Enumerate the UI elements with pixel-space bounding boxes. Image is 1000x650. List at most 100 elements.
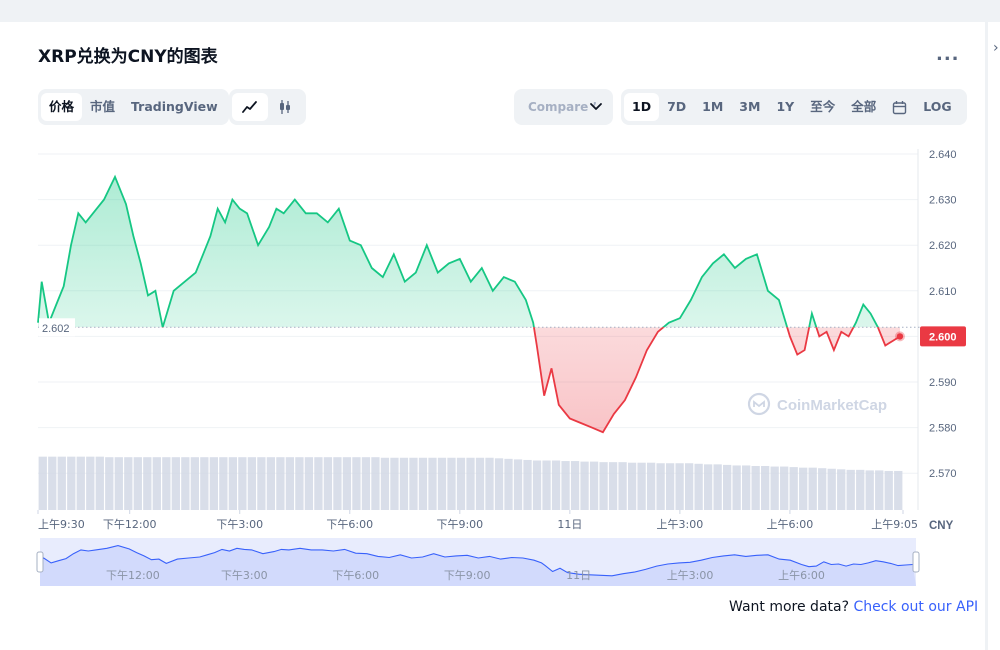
volume-bar [466,457,475,510]
volume-bar [238,457,247,510]
navigator-tick-label: 上午3:00 [667,569,714,582]
volume-bar [67,456,76,510]
tab-tradingview[interactable]: TradingView [123,93,226,121]
volume-bar [513,459,523,510]
volume-bar [143,457,152,510]
volume-bar [447,457,456,510]
x-tick-label: 上午3:00 [657,518,704,531]
volume-bar [456,457,466,510]
volume-bar [162,457,171,510]
volume-bar [114,457,123,510]
range-all[interactable]: 全部 [843,93,884,121]
volume-bar [608,462,618,510]
range-navigator: 下午12:00 下午3:00 下午6:00 下午9:00 11日 上午3:00 上午6:00 [36,538,920,586]
watermark-group: CoinMarketCap [747,392,887,416]
range-7d[interactable]: 7D [659,93,694,121]
chart-tabs: 价格 市值 TradingView [38,89,229,125]
volume-bar [181,457,190,510]
x-axis-labels: 上午9:30 下午12:00 下午3:00 下午6:00 下午9:00 11日 上午3:00… [37,510,918,531]
range-log[interactable]: LOG [915,93,959,121]
x-tick-label: 11日 [557,518,582,531]
volume-bar [742,465,751,510]
navigator-tick-label: 下午3:00 [221,569,268,582]
volume-bar [57,456,66,510]
current-price-label: 2.600 [929,331,957,343]
volume-bar [333,457,342,510]
x-tick-label: 下午9:00 [436,518,483,531]
volume-bar [713,464,722,510]
volume-bar [646,462,656,510]
volume-bar [475,457,485,510]
volume-bar [618,462,627,510]
y-tick-label: 2.590 [929,377,957,389]
line-chart-button[interactable] [232,93,268,121]
x-tick-label: 上午9:05 [871,518,918,531]
volume-bar [437,457,447,510]
volume-bar [818,468,827,510]
volume-bar [675,463,684,510]
volume-bar [152,457,161,510]
volume-bar [875,470,884,510]
more-options-button[interactable]: ... [936,44,960,65]
volume-bar [665,463,675,510]
price-chart[interactable]: CoinMarketCap2.6022.6402.6302.6202.6102.… [0,135,985,605]
volume-bar [485,457,494,510]
watermark: CoinMarketCap [777,397,887,414]
volume-bar [48,456,57,510]
api-link[interactable]: Check out our API [853,599,978,615]
range-3m[interactable]: 3M [731,93,768,121]
volume-bar [637,462,646,510]
volume-bar [390,457,399,510]
tab-price[interactable]: 价格 [41,93,83,121]
volume-bar [190,457,199,510]
volume-bar [884,470,893,510]
range-1y[interactable]: 1Y [768,93,802,121]
volume-bar [494,458,504,510]
volume-bar [314,457,323,510]
x-tick-label: 下午6:00 [326,518,373,531]
volume-bar [133,457,142,510]
volume-bar [751,466,760,510]
area-fill-up [38,176,878,328]
volume-bar [399,457,409,510]
volume-bar [837,469,846,510]
current-price-dot [896,333,904,340]
y-tick-label: 2.610 [929,286,957,298]
tab-market-cap[interactable]: 市值 [82,93,123,121]
volume-bar [124,457,133,510]
currency-label: CNY [929,520,954,532]
volume-bar [761,466,770,510]
candlestick-button[interactable] [268,93,304,121]
volume-bar [428,457,437,510]
range-ytd[interactable]: 至今 [802,93,843,121]
x-tick-label: 下午12:00 [103,518,157,531]
navigator-handle-left[interactable] [36,551,44,573]
navigator-tick-label: 11日 [566,569,591,582]
navigator-handle-right[interactable] [912,551,920,573]
volume-bar [694,463,703,510]
y-tick-label: 2.640 [929,149,957,161]
compare-dropdown[interactable]: Compare ’ [514,89,613,125]
y-tick-label: 2.580 [929,423,957,435]
volume-bar [599,462,608,510]
volume-bar [580,461,589,510]
volume-bar [865,470,874,510]
range-1m[interactable]: 1M [694,93,731,121]
x-tick-label: 下午3:00 [216,518,263,531]
volume-bar [247,457,257,510]
chevron-down-icon [590,103,602,110]
navigator-tick-label: 下午6:00 [332,569,379,582]
date-picker-button[interactable] [884,93,915,121]
volume-bar [684,463,694,510]
volume-bar [789,467,798,510]
volume-bar [295,457,304,510]
volume-bar [542,460,551,510]
volume-bar [371,457,380,510]
volume-bar [418,457,428,510]
volume-bar [219,457,228,510]
volume-bar [323,457,333,510]
volume-bar [95,456,104,510]
range-1d[interactable]: 1D [624,93,660,121]
volume-bar [209,457,219,510]
volume-bar [551,460,561,510]
